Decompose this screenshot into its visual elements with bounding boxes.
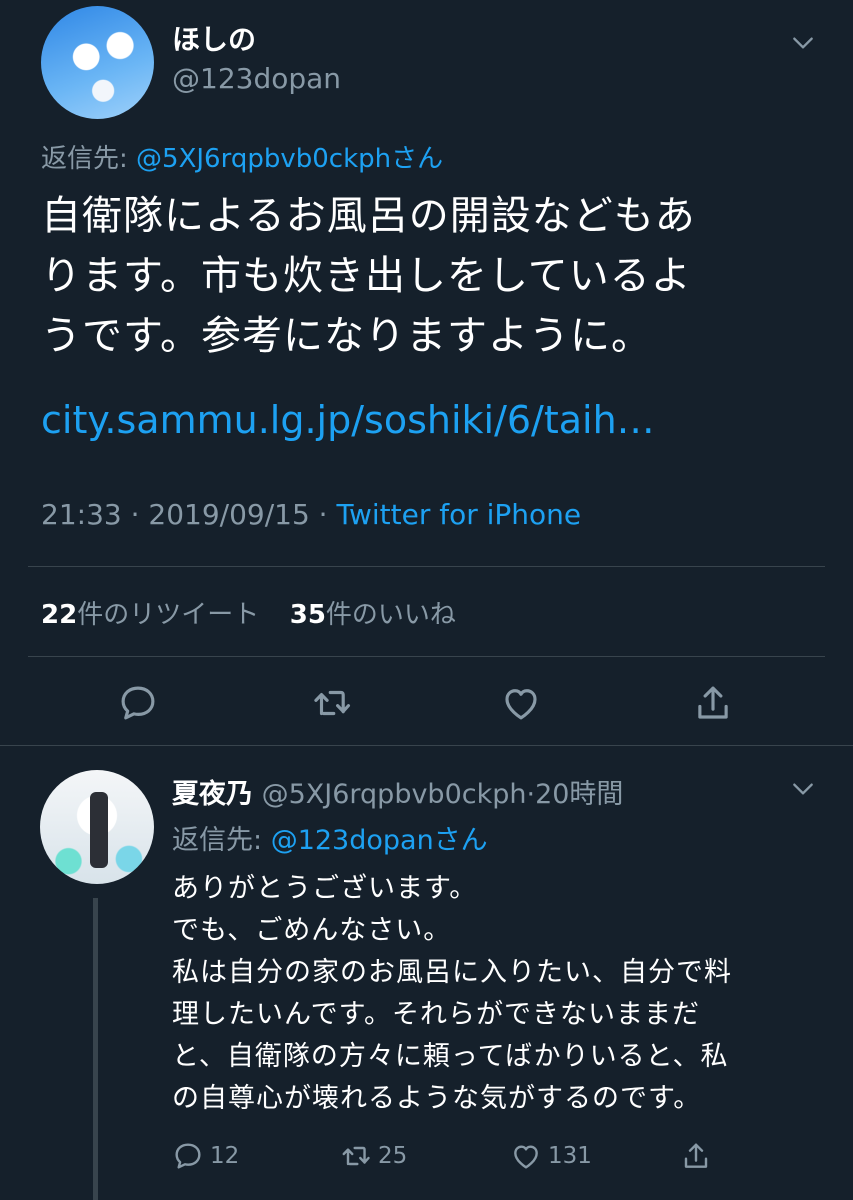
chevron-down-icon[interactable] bbox=[790, 30, 816, 56]
author-handle[interactable]: @123dopan bbox=[172, 62, 341, 95]
source-link[interactable]: Twitter for iPhone bbox=[336, 498, 581, 531]
retweet-icon bbox=[342, 1146, 370, 1166]
divider bbox=[28, 656, 825, 657]
share-button[interactable] bbox=[680, 1140, 718, 1172]
tweet-link[interactable]: city.sammu.lg.jp/soshiki/6/taih… bbox=[41, 398, 655, 442]
reply-prefix: 返信先: bbox=[41, 144, 137, 174]
retweet-count: 25 bbox=[378, 1143, 408, 1169]
like-button[interactable]: 131 bbox=[510, 1140, 592, 1172]
tweet-text-line: ります。市も炊き出しをしているよ bbox=[41, 253, 692, 299]
reply-to-link[interactable]: @123dopanさん bbox=[271, 825, 488, 856]
retweet-icon[interactable] bbox=[311, 682, 353, 724]
like-icon bbox=[514, 1145, 538, 1169]
share-icon[interactable] bbox=[692, 682, 734, 724]
reply-text-line: と、自衛隊の方々に頼ってばかりいると、私 bbox=[172, 1041, 729, 1072]
tweet-text: 自衛隊によるお風呂の開設などもあ ります。市も炊き出しをしているよ うです。参考… bbox=[41, 186, 831, 366]
retweet-label: 件のリツイート bbox=[77, 600, 260, 630]
engagement-stats: 22件のリツイート 35件のいいね bbox=[41, 594, 456, 631]
retweet-button[interactable]: 25 bbox=[340, 1140, 407, 1172]
reply-time: ·20時間 bbox=[526, 779, 624, 810]
reply-to-link[interactable]: @5XJ6rqpbvb0ckphさん bbox=[136, 144, 443, 174]
reply-author-handle[interactable]: @5XJ6rqpbvb0ckph bbox=[262, 779, 527, 810]
share-icon bbox=[684, 1143, 708, 1168]
like-label: 件のいいね bbox=[325, 600, 456, 630]
divider bbox=[0, 745, 853, 746]
reply-count: 12 bbox=[210, 1143, 240, 1169]
like-icon[interactable] bbox=[500, 682, 542, 724]
author-name[interactable]: ほしの bbox=[172, 18, 256, 58]
reply-text-line: の自尊心が壊れるような気がするのです。 bbox=[172, 1083, 702, 1114]
tweet-text-line: 自衛隊によるお風呂の開設などもあ bbox=[41, 193, 696, 239]
reply-icon bbox=[175, 1143, 201, 1169]
reply-button[interactable]: 12 bbox=[172, 1140, 239, 1172]
reply-icon[interactable] bbox=[117, 682, 159, 724]
timestamp: 21:33 · 2019/09/15 · bbox=[41, 498, 337, 531]
like-count: 35 bbox=[289, 600, 326, 630]
reply-text-line: 理したいんです。それらができないままだ bbox=[172, 999, 700, 1030]
reply-context: 返信先: @5XJ6rqpbvb0ckphさん bbox=[41, 138, 443, 175]
reply-author-name[interactable]: 夏夜乃 bbox=[172, 779, 253, 810]
retweets-stat[interactable]: 22件のリツイート bbox=[41, 600, 259, 630]
reply-text-line: でも、ごめんなさい。 bbox=[172, 915, 452, 946]
likes-stat[interactable]: 35件のいいね bbox=[290, 600, 456, 630]
reply-text-line: 私は自分の家のお風呂に入りたい、自分で料 bbox=[172, 957, 732, 988]
reply-header: 夏夜乃 @5XJ6rqpbvb0ckph·20時間 bbox=[172, 772, 623, 811]
like-count: 131 bbox=[548, 1143, 592, 1169]
tweet-meta: 21:33 · 2019/09/15 · Twitter for iPhone bbox=[41, 498, 581, 531]
divider bbox=[28, 566, 825, 567]
reply-text-line: ありがとうございます。 bbox=[172, 873, 478, 904]
thread-line bbox=[93, 898, 98, 1200]
reply-context: 返信先: @123dopanさん bbox=[172, 818, 488, 857]
chevron-down-icon[interactable] bbox=[790, 776, 816, 802]
retweet-count: 22 bbox=[41, 600, 78, 630]
reply-prefix: 返信先: bbox=[172, 825, 271, 856]
tweet-text-line: うです。参考になりますように。 bbox=[41, 313, 652, 359]
reply-avatar[interactable] bbox=[40, 770, 154, 884]
reply-text: ありがとうございます。 でも、ごめんなさい。 私は自分の家のお風呂に入りたい、自… bbox=[172, 868, 822, 1120]
avatar[interactable] bbox=[41, 6, 154, 119]
